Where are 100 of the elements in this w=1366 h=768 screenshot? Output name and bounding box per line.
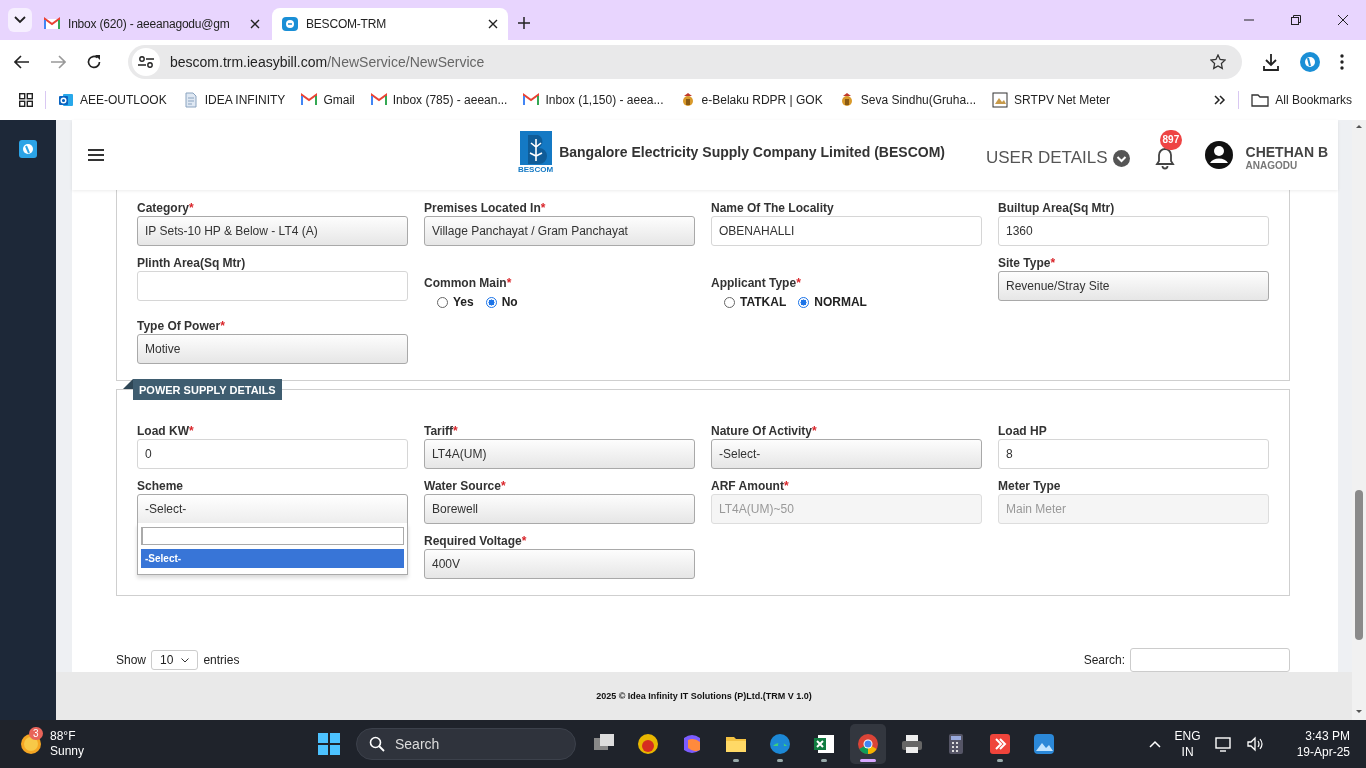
field-label: Name Of The Locality: [711, 200, 835, 216]
chevron-down-icon: [14, 16, 26, 24]
dropdown-field[interactable]: LT4A(UM): [424, 439, 695, 469]
company-logo: BESCOM: [518, 131, 554, 174]
taskbar-app[interactable]: [850, 724, 886, 764]
weather-widget[interactable]: 3 88°F Sunny: [20, 729, 220, 759]
bookmark-link[interactable]: AEE-OUTLOOK: [58, 92, 167, 108]
field-label: Site Type*: [998, 255, 1057, 271]
radio-button[interactable]: [437, 296, 448, 308]
address-bar[interactable]: bescom.trm.ieasybill.com/NewService/NewService: [128, 45, 1242, 79]
field-label: Common Main*: [424, 275, 513, 291]
taskbar-search[interactable]: Search: [356, 728, 576, 760]
dropdown-field[interactable]: -Select-: [137, 494, 408, 524]
input-field[interactable]: [137, 271, 408, 301]
close-icon[interactable]: [488, 19, 498, 29]
speaker-icon[interactable]: [1246, 736, 1263, 752]
dropdown-field[interactable]: Borewell: [424, 494, 695, 524]
clock[interactable]: 3:43 PM 19-Apr-25: [1296, 728, 1350, 760]
page-size-select[interactable]: 10: [151, 650, 199, 670]
dropdown-field[interactable]: -Select-: [711, 439, 982, 469]
field-label: Load HP: [998, 423, 1048, 439]
bookmark-link[interactable]: SRTPV Net Meter: [992, 92, 1110, 108]
logo-mark-icon: [519, 131, 552, 165]
profile-icon[interactable]: [1300, 52, 1320, 72]
app-logo-icon[interactable]: [19, 140, 37, 158]
site-icon: [282, 16, 298, 32]
company-title: Bangalore Electricity Supply Company Limited (BESCOM): [559, 144, 945, 160]
radio-button[interactable]: [798, 296, 810, 308]
dropdown-option[interactable]: -Select-: [141, 549, 404, 568]
radio-button[interactable]: [724, 296, 735, 308]
chrome-icon: [856, 732, 880, 756]
browser-icon: [768, 732, 792, 756]
bookmark-link[interactable]: IDEA INFINITY: [182, 92, 286, 108]
mail-icon: [44, 16, 60, 32]
apps-grid-icon[interactable]: [19, 93, 33, 107]
bookmark-folder[interactable]: All Bookmarks: [1251, 93, 1352, 107]
field-label: Applicant Type*: [711, 275, 802, 291]
caret-icon: [181, 657, 190, 663]
photos-icon: [1032, 732, 1056, 756]
input-field[interactable]: OBENAHALLI: [711, 216, 982, 246]
temperature: 88°F: [50, 729, 77, 744]
reload-icon[interactable]: [86, 54, 102, 70]
chevron-up-icon[interactable]: [1148, 740, 1161, 748]
field-label: Premises Located In*: [424, 200, 547, 216]
star-icon[interactable]: [1210, 54, 1226, 70]
input-field[interactable]: 0: [137, 439, 408, 469]
dropdown-field[interactable]: Revenue/Stray Site: [998, 271, 1269, 301]
radio-button[interactable]: [485, 296, 497, 308]
back-arrow-icon[interactable]: [14, 55, 30, 69]
ribbon-fold-icon: [123, 379, 133, 389]
network-icon[interactable]: [1214, 736, 1233, 752]
site-settings-icon[interactable]: [138, 55, 154, 69]
bookmark-link[interactable]: Inbox (785) - aeean...: [370, 92, 508, 108]
browser-tab[interactable]: BESCOM-TRM: [272, 8, 508, 40]
bookmark-link[interactable]: e-Belaku RDPR | GOK: [679, 92, 823, 108]
avatar-icon[interactable]: [1203, 140, 1234, 170]
forward-arrow-icon[interactable]: [50, 55, 66, 69]
dropdown-field[interactable]: Village Panchayat / Gram Panchayat: [424, 216, 695, 246]
field-label: Category*: [137, 200, 195, 216]
input-field[interactable]: 8: [998, 439, 1269, 469]
search-field[interactable]: [141, 527, 404, 545]
radio-label: No: [501, 295, 518, 309]
input-field: Main Meter: [998, 494, 1269, 524]
outlook-icon: [58, 92, 74, 108]
double-chevron-icon[interactable]: [1214, 95, 1227, 105]
user-name: CHETHAN B: [1245, 143, 1328, 160]
bookmark-link[interactable]: Inbox (1,150) - aeea...: [523, 92, 664, 108]
plus-icon[interactable]: [518, 17, 530, 29]
radio-label: NORMAL: [814, 295, 867, 309]
mail-icon: [523, 92, 540, 108]
input-field[interactable]: 1360: [998, 216, 1269, 246]
bell-icon[interactable]: [1153, 146, 1176, 170]
download-icon[interactable]: [1262, 53, 1280, 71]
windows-start-icon[interactable]: [318, 733, 340, 755]
user-details-menu[interactable]: USER DETAILS: [986, 148, 1130, 168]
search-label: Search:: [1083, 653, 1125, 667]
mail-icon: [370, 92, 387, 108]
close-icon[interactable]: [250, 19, 260, 29]
field-label: Scheme: [137, 478, 185, 494]
tab-list-button[interactable]: [8, 8, 32, 32]
field-label: Nature Of Activity*: [711, 423, 818, 439]
dropdown-field[interactable]: 400V: [424, 549, 695, 579]
dropdown-field[interactable]: Motive: [137, 334, 408, 364]
entries-label: entries: [203, 653, 240, 667]
search-field[interactable]: [1130, 648, 1290, 672]
dropdown-field[interactable]: IP Sets-10 HP & Below - LT4 (A): [137, 216, 408, 246]
restore-icon[interactable]: [1291, 15, 1301, 25]
hamburger-menu-icon[interactable]: [88, 149, 104, 161]
field-label: Required Voltage*: [424, 533, 528, 549]
browser-tab[interactable]: Inbox (620) - aeeanagodu@gm: [34, 8, 270, 40]
radio-label: TATKAL: [740, 295, 787, 309]
language-indicator[interactable]: ENG IN: [1174, 728, 1201, 760]
app-icon: [636, 732, 660, 756]
menu-icon[interactable]: [1340, 54, 1344, 70]
photo-icon: [992, 92, 1009, 108]
close-icon[interactable]: [1338, 15, 1348, 25]
bookmark-link[interactable]: Seva Sindhu(Gruha...: [838, 92, 977, 108]
folder-icon: [1251, 93, 1270, 107]
field-label: Builtup Area(Sq Mtr): [998, 200, 1116, 216]
bookmark-link[interactable]: Gmail: [301, 92, 355, 108]
